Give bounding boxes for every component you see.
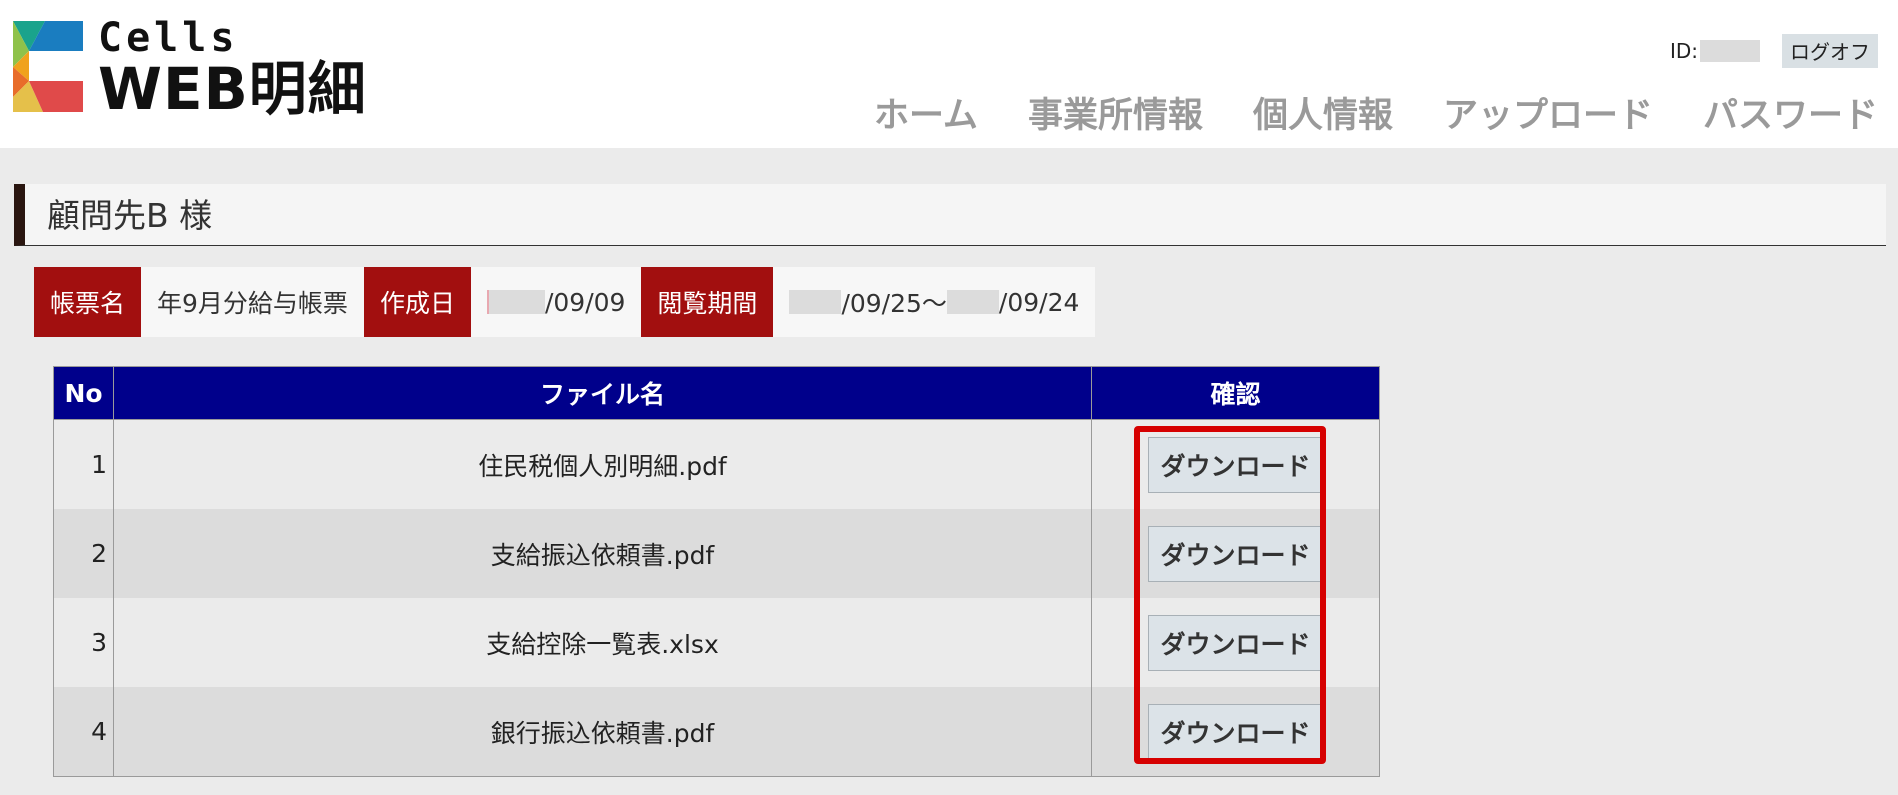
table-row: 2 支給振込依頼書.pdf ダウンロード [53, 509, 1380, 598]
file-name: 支給控除一覧表.xlsx [113, 598, 1092, 687]
action-cell: ダウンロード [1091, 509, 1380, 598]
header: Cells WEB明細 ID: ログオフ ホーム 事業所情報 個人情報 アップロ… [0, 0, 1898, 148]
file-name: 支給振込依頼書.pdf [113, 509, 1092, 598]
action-cell: ダウンロード [1091, 598, 1380, 687]
file-name: 住民税個人別明細.pdf [113, 419, 1092, 509]
nav-item-home[interactable]: ホーム [874, 92, 978, 140]
logoff-button[interactable]: ログオフ [1782, 33, 1878, 68]
year-redacted [789, 290, 842, 314]
view-period-value: /09/25〜 /09/24 [773, 267, 1095, 337]
file-table: No ファイル名 確認 1 住民税個人別明細.pdf ダウンロード 2 支給振込… [53, 366, 1380, 777]
row-number: 2 [53, 509, 114, 598]
row-number: 4 [53, 687, 114, 777]
table-row: 4 銀行振込依頼書.pdf ダウンロード [53, 687, 1380, 777]
table-row: 1 住民税個人別明細.pdf ダウンロード [53, 419, 1380, 509]
created-date-value: /09/09 [471, 267, 641, 337]
nav-item-password[interactable]: パスワード [1703, 92, 1878, 140]
user-id-label: ID: [1669, 38, 1698, 63]
view-period-label: 閲覧期間 [641, 267, 774, 337]
nav-item-personal-info[interactable]: 個人情報 [1253, 92, 1393, 140]
form-name-label: 帳票名 [34, 267, 142, 337]
download-button[interactable]: ダウンロード [1147, 703, 1324, 760]
period-start-text: /09/25〜 [841, 289, 947, 318]
row-number: 1 [53, 419, 114, 509]
form-name-value: 年9月分給与帳票 [157, 289, 348, 318]
table-header-row: No ファイル名 確認 [53, 366, 1380, 420]
download-button[interactable]: ダウンロード [1147, 614, 1324, 671]
action-cell: ダウンロード [1091, 419, 1380, 509]
action-cell: ダウンロード [1091, 687, 1380, 777]
column-header-file-name: ファイル名 [113, 366, 1092, 420]
logo-text-web-meisai: WEB明細 [98, 55, 367, 123]
user-id-redacted [1700, 39, 1760, 62]
page-title: 顧問先B 様 [47, 196, 213, 235]
year-redacted [486, 290, 545, 314]
created-date-label: 作成日 [363, 267, 471, 337]
nav-item-upload[interactable]: アップロード [1443, 92, 1653, 140]
year-redacted [946, 290, 999, 314]
table-row: 3 支給控除一覧表.xlsx ダウンロード [53, 598, 1380, 687]
column-header-no: No [53, 366, 114, 420]
period-end-text: /09/24 [998, 287, 1080, 317]
download-button[interactable]: ダウンロード [1147, 436, 1324, 493]
download-button[interactable]: ダウンロード [1147, 525, 1324, 582]
row-number: 3 [53, 598, 114, 687]
main-nav: ホーム 事業所情報 個人情報 アップロード パスワード [874, 92, 1878, 140]
client-title-bar: 顧問先B 様 [14, 184, 1886, 246]
nav-item-office-info[interactable]: 事業所情報 [1028, 92, 1203, 140]
cells-logo-icon [13, 21, 83, 112]
user-area: ID: ログオフ [1669, 33, 1878, 68]
created-date-text: /09/09 [544, 287, 626, 317]
document-meta: 帳票名 年9月分給与帳票 作成日 /09/09 閲覧期間 /09/25〜/09/… [34, 267, 1096, 337]
column-header-confirm: 確認 [1091, 366, 1380, 420]
file-name: 銀行振込依頼書.pdf [113, 687, 1092, 777]
